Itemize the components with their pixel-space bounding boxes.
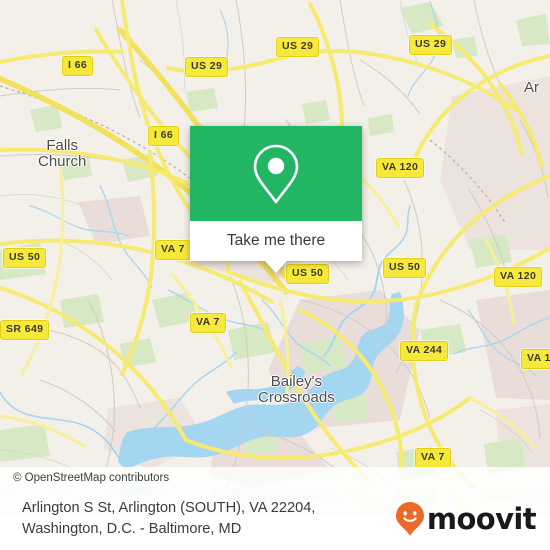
moovit-wordmark: moovit — [426, 501, 537, 536]
road-shield: SR 649 — [0, 320, 50, 340]
moovit-logo[interactable]: moovit — [395, 501, 537, 537]
road-shield: VA 7 — [190, 313, 226, 333]
osm-attribution-text[interactable]: © OpenStreetMap contributors — [13, 472, 169, 484]
road-shield: VA 120 — [376, 158, 425, 178]
map-attribution-bar: © OpenStreetMap contributors — [0, 467, 550, 488]
road-shield: US 50 — [3, 248, 47, 268]
map-canvas[interactable]: .wtr { fill:#a5d6f1; } .wtrl { stroke:#a… — [0, 0, 550, 488]
road-shield: US 50 — [286, 264, 330, 284]
road-shield: US 29 — [185, 57, 229, 77]
road-shield: VA 120 — [494, 267, 543, 287]
address-text: Arlington S St, Arlington (SOUTH), VA 22… — [22, 499, 316, 537]
road-shield: US 29 — [409, 35, 453, 55]
road-shield: VA 7 — [415, 448, 451, 468]
map-screenshot: .wtr { fill:#a5d6f1; } .wtrl { stroke:#a… — [0, 0, 550, 550]
road-shield: VA 7 — [155, 240, 191, 260]
take-me-there-button[interactable]: Take me there — [227, 232, 325, 250]
road-shield: I 66 — [62, 56, 94, 76]
road-shield: US 50 — [383, 258, 427, 278]
road-shield: US 29 — [276, 37, 320, 57]
map-pin-icon — [253, 144, 299, 203]
footer-content: Arlington S St, Arlington (SOUTH), VA 22… — [0, 488, 550, 550]
popup-pointer — [265, 261, 287, 273]
road-shield: I 66 — [148, 126, 180, 146]
moovit-smiley-pin-icon — [395, 502, 424, 536]
popup-action-bar[interactable]: Take me there — [190, 221, 362, 261]
road-shield: VA 1 — [521, 349, 550, 369]
location-popup-card[interactable]: Take me there — [190, 126, 362, 273]
footer-bar: .wtr { fill:#a5d6f1; } .wtrl { stroke:#a… — [0, 488, 550, 550]
road-shield: VA 244 — [400, 341, 449, 361]
popup-header — [190, 126, 362, 221]
